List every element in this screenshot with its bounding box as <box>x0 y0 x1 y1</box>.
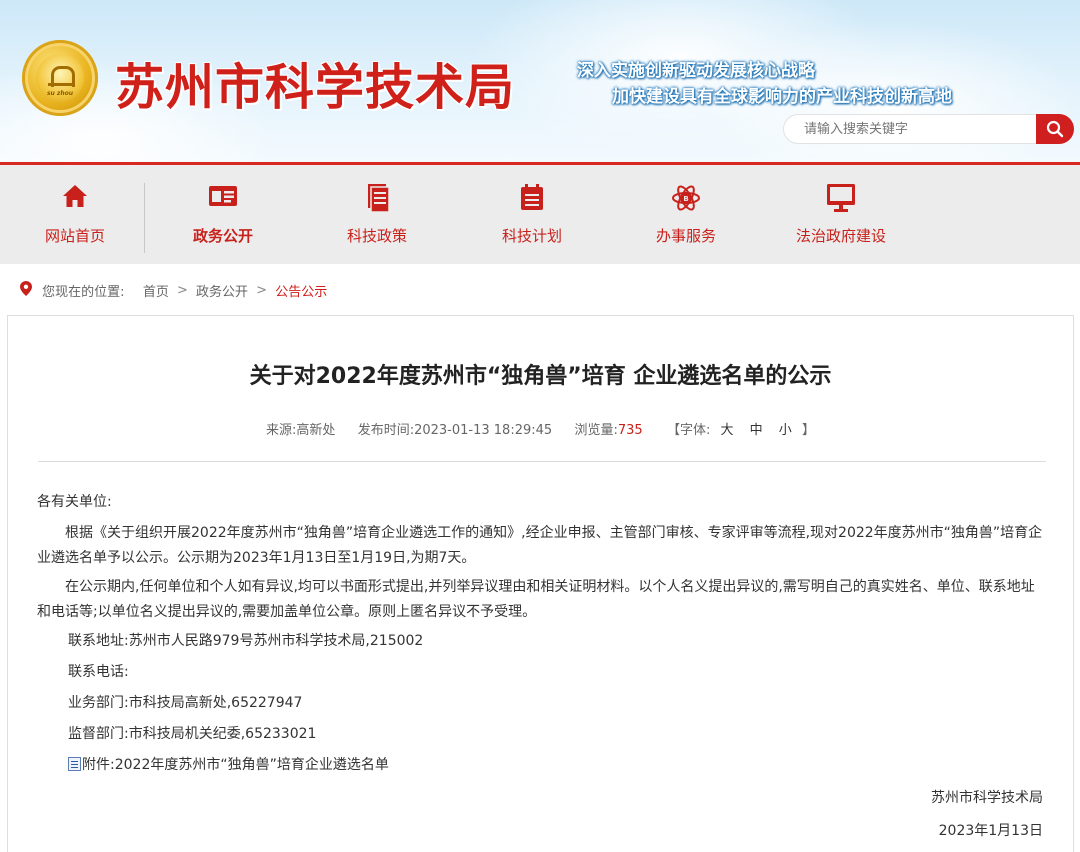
article-meta: 来源:高新处 发布时间:2023-01-13 18:29:45 浏览量:735 … <box>8 419 1073 438</box>
nav-item-home[interactable]: 网站首页 <box>0 165 150 264</box>
nav-item-government-affairs[interactable]: 政务公开 <box>148 165 298 264</box>
tower-icon <box>48 62 75 87</box>
main-nav: 网站首页 政务公开 科技政策 科技计划 B 办事服务 法治政府建设 <box>0 162 1080 264</box>
svg-text:B: B <box>683 195 688 203</box>
font-size-medium-button[interactable]: 中 <box>750 419 763 438</box>
business-dept: 业务部门:市科技局高新处,65227947 <box>68 695 303 711</box>
atom-icon: B <box>672 185 700 211</box>
signature: 苏州市科学技术局 <box>931 790 1043 806</box>
breadcrumb-current[interactable]: 公告公示 <box>275 281 327 300</box>
breadcrumb-separator: > <box>256 283 268 298</box>
nav-item-tech-policy[interactable]: 科技政策 <box>302 165 452 264</box>
site-title[interactable]: 苏州市科学技术局 <box>115 48 515 119</box>
nav-label: 法治政府建设 <box>795 227 886 245</box>
emblem-text: su zhou <box>46 90 74 97</box>
breadcrumb-home[interactable]: 首页 <box>143 281 169 300</box>
id-card-icon <box>209 186 237 206</box>
publish-date: 2023年1月13日 <box>938 823 1043 839</box>
slogan-line-1: 深入实施创新驱动发展核心战略 <box>577 61 815 81</box>
site-header: su zhou 苏州市科学技术局 深入实施创新驱动发展核心战略 加快建设具有全球… <box>0 0 1080 162</box>
search-button[interactable] <box>1036 114 1074 144</box>
nav-label: 科技政策 <box>346 227 407 245</box>
monitor-icon <box>827 184 855 212</box>
calendar-icon <box>521 184 543 210</box>
font-size-large-button[interactable]: 大 <box>720 419 733 438</box>
meta-source: 高新处 <box>296 423 336 438</box>
nav-label: 科技计划 <box>501 227 562 245</box>
contact-address: 联系地址:苏州市人民路979号苏州市科学技术局,215002 <box>68 633 424 649</box>
nav-label: 网站首页 <box>44 227 105 245</box>
attachment-link[interactable]: 附件:2022年度苏州市“独角兽”培育企业遴选名单 <box>82 757 389 773</box>
nav-item-tech-plan[interactable]: 科技计划 <box>457 165 607 264</box>
document-stack-icon <box>368 184 390 213</box>
meta-time-label: 发布时间: <box>357 423 415 438</box>
title-divider <box>38 461 1046 462</box>
search-input[interactable] <box>783 114 1037 144</box>
meta-views: 735 <box>617 423 643 438</box>
meta-time: 2023-01-13 18:29:45 <box>414 423 553 438</box>
paragraph-objection: 在公示期内,任何单位和个人如有异议,均可以书面形式提出,并列举异议理由和相关证明… <box>37 579 1035 620</box>
article-title: 关于对2022年度苏州市“独角兽”培育 企业遴选名单的公示 <box>249 364 832 389</box>
search-icon <box>1046 120 1064 138</box>
breadcrumb-government-affairs[interactable]: 政务公开 <box>196 281 248 300</box>
meta-views-label: 浏览量: <box>574 423 618 438</box>
nav-item-services[interactable]: B 办事服务 <box>611 165 761 264</box>
breadcrumb: 您现在的位置: 首页 > 政务公开 > 公告公示 <box>20 281 327 301</box>
home-icon <box>63 185 87 207</box>
font-size-label: 【字体: <box>666 423 711 438</box>
slogan-line-2: 加快建设具有全球影响力的产业科技创新高地 <box>612 87 952 107</box>
greeting: 各有关单位: <box>37 494 112 510</box>
nav-label: 办事服务 <box>655 227 716 245</box>
nav-label: 政务公开 <box>192 227 253 245</box>
nav-divider <box>144 183 145 253</box>
attachment-row: 附件:2022年度苏州市“独角兽”培育企业遴选名单 <box>37 753 1047 784</box>
article-body: 各有关单位: 根据《关于组织开展2022年度苏州市“独角兽”培育企业遴选工作的通… <box>37 490 1047 850</box>
font-size-close: 】 <box>801 423 815 438</box>
contact-phone-label: 联系电话: <box>68 664 129 680</box>
article-panel: 关于对2022年度苏州市“独角兽”培育 企业遴选名单的公示 来源:高新处 发布时… <box>7 315 1074 852</box>
word-document-icon <box>68 757 81 771</box>
meta-source-label: 来源: <box>266 423 297 438</box>
breadcrumb-prefix: 您现在的位置: <box>42 285 125 300</box>
font-size-small-button[interactable]: 小 <box>779 419 792 438</box>
breadcrumb-separator: > <box>176 283 188 298</box>
supervision-dept: 监督部门:市科技局机关纪委,65233021 <box>68 726 317 742</box>
paragraph-notice: 根据《关于组织开展2022年度苏州市“独角兽”培育企业遴选工作的通知》,经企业申… <box>37 525 1043 566</box>
location-pin-icon <box>20 281 32 300</box>
nav-item-rule-of-law[interactable]: 法治政府建设 <box>766 165 916 264</box>
suzhou-emblem-logo[interactable]: su zhou <box>22 40 98 116</box>
